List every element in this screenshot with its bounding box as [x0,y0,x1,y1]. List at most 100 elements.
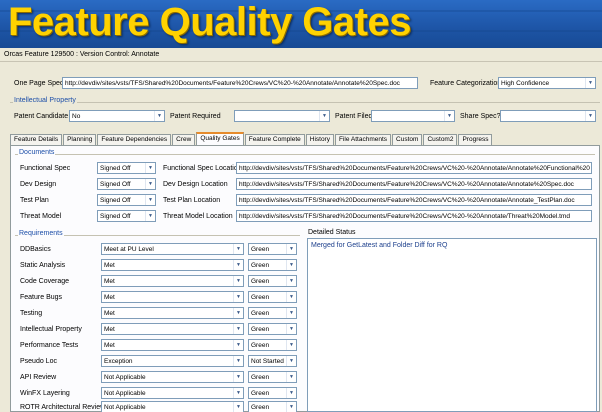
doc-status-dev-design[interactable]: Signed Off ▼ [97,178,156,190]
chevron-down-icon[interactable]: ▼ [286,402,296,412]
group-divider [15,154,595,155]
tab-file-attachments[interactable]: File Attachments [334,134,392,145]
doc-location-field[interactable]: http://devdiv/sites/vsts/TFS/Shared%20Do… [236,178,592,190]
req-color-value: Green [251,294,270,301]
chevron-down-icon[interactable]: ▼ [286,308,296,318]
req-status-value: Met [104,342,115,349]
documents-group-title: Documents [18,149,56,156]
chevron-down-icon[interactable]: ▼ [233,276,243,286]
chevron-down-icon[interactable]: ▼ [233,388,243,398]
tab-feature-complete[interactable]: Feature Complete [244,134,305,145]
tab-feature-details[interactable]: Feature Details [10,134,63,145]
chevron-down-icon[interactable]: ▼ [286,340,296,350]
req-color-select[interactable]: Green ▼ [248,275,297,287]
doc-status-functional-spec[interactable]: Signed Off ▼ [97,162,156,174]
chevron-down-icon[interactable]: ▼ [233,340,243,350]
req-label: ROTR Architectural Review [20,404,106,411]
chevron-down-icon[interactable]: ▼ [286,388,296,398]
req-color-select[interactable]: Green ▼ [248,243,297,255]
chevron-down-icon[interactable]: ▼ [233,260,243,270]
tab-crew[interactable]: Crew [172,134,196,145]
doc-status-value: Signed Off [100,197,131,204]
req-status-value: Not Applicable [104,390,146,397]
req-color-select[interactable]: Green ▼ [248,401,297,412]
req-color-select[interactable]: Green ▼ [248,387,297,399]
req-color-value: Not Started [251,358,284,365]
doc-status-threat-model[interactable]: Signed Off ▼ [97,210,156,222]
ip-group-title: Intellectual Property [13,97,77,104]
tab-quality-gates[interactable]: Quality Gates [196,132,244,145]
req-color-value: Green [251,246,270,253]
chevron-down-icon[interactable]: ▼ [286,324,296,334]
req-status-select[interactable]: Not Applicable ▼ [101,401,244,412]
detailed-status-field[interactable]: Merged for GetLatest and Folder Diff for… [307,238,597,412]
req-label: Pseudo Loc [20,358,57,365]
doc-status-value: Signed Off [100,165,131,172]
categorization-label: Feature Categorization [430,80,502,87]
tab-custom[interactable]: Custom [392,134,423,145]
chevron-down-icon[interactable]: ▼ [145,211,155,221]
chevron-down-icon[interactable]: ▼ [233,308,243,318]
req-status-value: Met [104,310,115,317]
chevron-down-icon[interactable]: ▼ [145,163,155,173]
chevron-down-icon[interactable]: ▼ [585,111,595,121]
tab-history[interactable]: History [305,134,334,145]
req-status-select[interactable]: Met ▼ [101,275,244,287]
doc-location-field[interactable]: http://devdiv/sites/vsts/TFS/Shared%20Do… [236,210,592,222]
req-status-select[interactable]: Met ▼ [101,259,244,271]
patent-filed-select[interactable]: ▼ [371,110,455,122]
chevron-down-icon[interactable]: ▼ [233,356,243,366]
req-status-select[interactable]: Not Applicable ▼ [101,371,244,383]
req-color-select[interactable]: Green ▼ [248,259,297,271]
req-status-select[interactable]: Not Applicable ▼ [101,387,244,399]
doc-location-field[interactable]: http://devdiv/sites/vsts/TFS/Shared%20Do… [236,162,592,174]
chevron-down-icon[interactable]: ▼ [233,402,243,412]
chevron-down-icon[interactable]: ▼ [319,111,329,121]
req-label: DDBasics [20,246,51,253]
chevron-down-icon[interactable]: ▼ [145,179,155,189]
categorization-select[interactable]: High Confidence ▼ [498,77,596,89]
chevron-down-icon[interactable]: ▼ [145,195,155,205]
chevron-down-icon[interactable]: ▼ [233,372,243,382]
share-spec-select[interactable]: ▼ [500,110,596,122]
patent-required-select[interactable]: ▼ [234,110,330,122]
req-status-select[interactable]: Met ▼ [101,323,244,335]
req-label: Intellectual Property [20,326,82,333]
req-status-select[interactable]: Exception ▼ [101,355,244,367]
tab-progress[interactable]: Progress [458,134,493,145]
req-status-select[interactable]: Met ▼ [101,307,244,319]
chevron-down-icon[interactable]: ▼ [286,276,296,286]
tab-planning[interactable]: Planning [63,134,97,145]
chevron-down-icon[interactable]: ▼ [286,244,296,254]
req-color-select[interactable]: Green ▼ [248,323,297,335]
chevron-down-icon[interactable]: ▼ [286,372,296,382]
doc-location-field[interactable]: http://devdiv/sites/vsts/TFS/Shared%20Do… [236,194,592,206]
chevron-down-icon[interactable]: ▼ [286,292,296,302]
spec-field[interactable]: http://devdiv/sites/vsts/TFS/Shared%20Do… [62,77,418,89]
req-status-value: Met [104,326,115,333]
doc-status-test-plan[interactable]: Signed Off ▼ [97,194,156,206]
tab-feature-dependencies[interactable]: Feature Dependencies [97,134,172,145]
req-color-select[interactable]: Green ▼ [248,307,297,319]
req-color-select[interactable]: Green ▼ [248,339,297,351]
patent-candidate-select[interactable]: No ▼ [69,110,165,122]
req-color-select[interactable]: Green ▼ [248,291,297,303]
chevron-down-icon[interactable]: ▼ [233,244,243,254]
chevron-down-icon[interactable]: ▼ [286,260,296,270]
req-color-select[interactable]: Green ▼ [248,371,297,383]
tab-custom2[interactable]: Custom2 [423,134,458,145]
chevron-down-icon[interactable]: ▼ [585,78,595,88]
req-status-select[interactable]: Met ▼ [101,291,244,303]
req-color-select[interactable]: Not Started ▼ [248,355,297,367]
req-color-value: Green [251,404,270,411]
req-status-select[interactable]: Met ▼ [101,339,244,351]
req-color-value: Green [251,262,270,269]
chevron-down-icon[interactable]: ▼ [154,111,164,121]
chevron-down-icon[interactable]: ▼ [233,324,243,334]
req-status-select[interactable]: Meet at PU Level ▼ [101,243,244,255]
chevron-down-icon[interactable]: ▼ [286,356,296,366]
req-color-value: Green [251,374,270,381]
req-status-value: Met [104,278,115,285]
chevron-down-icon[interactable]: ▼ [444,111,454,121]
chevron-down-icon[interactable]: ▼ [233,292,243,302]
